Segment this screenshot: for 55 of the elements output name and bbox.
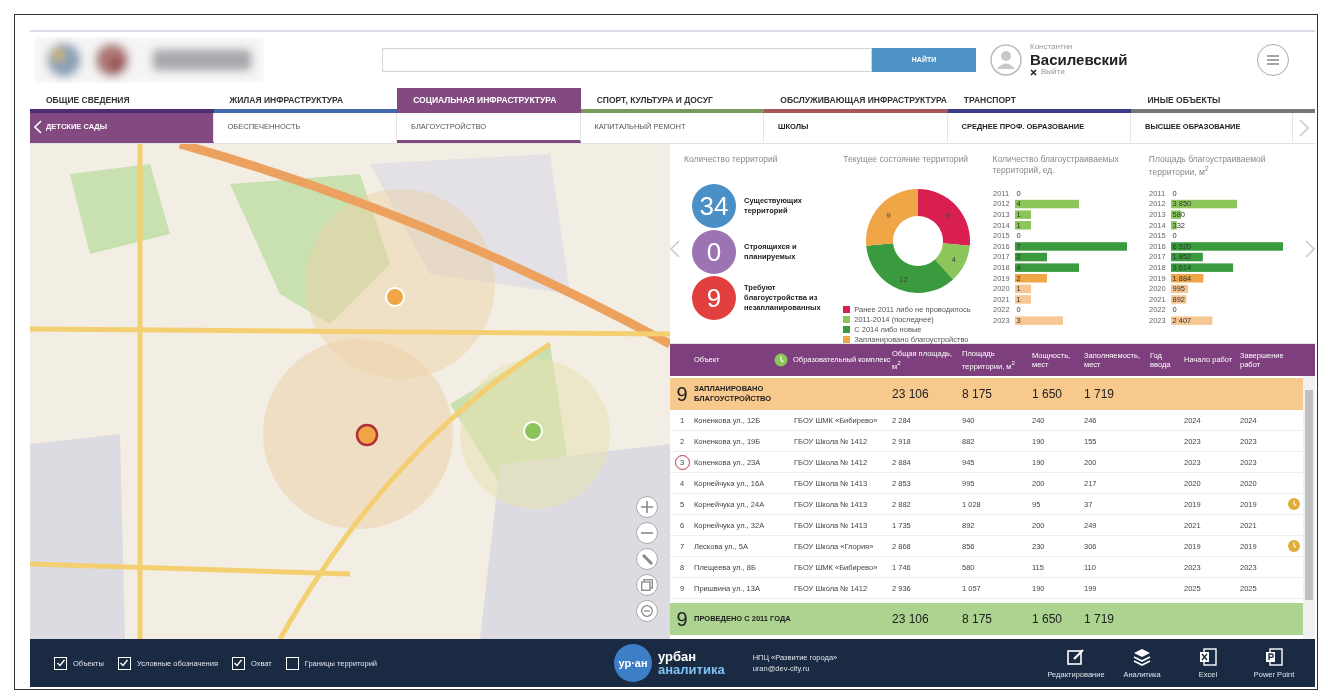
- logo-subtitle: аналитика: [658, 663, 725, 677]
- scrollbar[interactable]: [1303, 376, 1315, 640]
- group-total: 23 106: [892, 612, 930, 627]
- nav-tab[interactable]: СОЦИАЛЬНАЯ ИНФРАСТРУКТУРА: [397, 87, 581, 113]
- avatar-icon: [990, 43, 1022, 76]
- menu-button[interactable]: [1257, 43, 1289, 76]
- nav-tab[interactable]: ТРАНСПОРТ: [947, 87, 1132, 113]
- group-total: 1 650: [1032, 612, 1064, 627]
- logo-title: урбан: [658, 650, 698, 664]
- data-label: 9: [886, 210, 891, 220]
- nav-tab[interactable]: ОБСЛУЖИВАЮЩАЯ ИНФРАСТРУКТУРА: [764, 87, 948, 113]
- group-total: 1 719: [1084, 387, 1116, 402]
- group-total: 1 650: [1032, 387, 1064, 402]
- chevron-left-icon: [34, 119, 42, 134]
- checkbox[interactable]: [117, 656, 131, 670]
- count-badge: 34: [692, 184, 736, 229]
- nav-tab[interactable]: СПОРТ, КУЛЬТУРА И ДОСУГ: [580, 87, 765, 113]
- ruler-icon: [641, 553, 653, 565]
- group-total: 8 175: [962, 612, 994, 627]
- edit-icon: [1066, 647, 1086, 668]
- chart-title: Текущее состояние территорий: [843, 154, 969, 167]
- data-label: 9: [945, 210, 950, 220]
- chart-title: Площадь благоустраиваемой территории, м$^{2}$: [1148, 154, 1267, 179]
- search-field[interactable]: [382, 47, 872, 72]
- clock-icon: [774, 353, 788, 368]
- circle-minus-icon: [641, 605, 653, 618]
- logo-badge: ур·ан: [614, 644, 652, 683]
- chevron-right-icon[interactable]: [1299, 118, 1309, 137]
- checkbox[interactable]: [54, 656, 67, 670]
- group-total: 1 719: [1084, 612, 1116, 627]
- plus-icon: [641, 501, 653, 514]
- count-badge: 9: [692, 276, 736, 321]
- data-label: 12: [899, 275, 909, 285]
- data-label: 4: [951, 255, 957, 265]
- chevron-right-icon[interactable]: [1305, 240, 1315, 259]
- chevron-left-icon[interactable]: [670, 240, 680, 259]
- nav-tab[interactable]: ИНЫЕ ОБЪЕКТЫ: [1131, 87, 1315, 113]
- close-icon: [1030, 68, 1037, 76]
- layers-icon: [1132, 647, 1152, 668]
- spreadsheet-icon: [1198, 647, 1218, 668]
- user-first-name: Константин: [1030, 42, 1074, 52]
- user-last-name: Василевский: [1030, 51, 1128, 68]
- checkbox[interactable]: [231, 656, 245, 670]
- group-count: 9: [675, 607, 689, 631]
- menu-icon: [1266, 54, 1280, 65]
- count-badge: 0: [692, 230, 736, 275]
- group-count: 9: [675, 382, 689, 406]
- group-total: 23 106: [892, 387, 930, 402]
- group-total: 8 175: [962, 387, 994, 402]
- panel-title: Количество территорий: [684, 154, 779, 167]
- checkbox[interactable]: [285, 656, 299, 670]
- chart-title: Количество благоустраиваемых территорий, ед.: [992, 154, 1120, 177]
- minus-icon: [641, 532, 653, 535]
- squares-icon: [641, 579, 653, 592]
- presentation-icon: [1264, 647, 1284, 668]
